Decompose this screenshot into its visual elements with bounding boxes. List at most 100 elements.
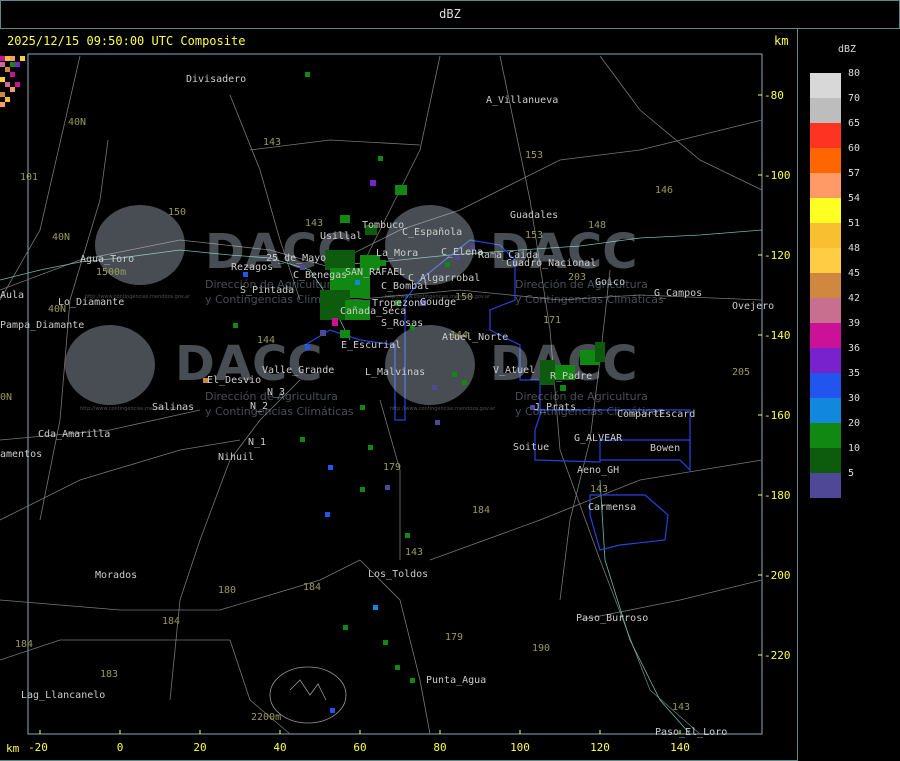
legend-swatch: [810, 473, 841, 498]
route-number: 143: [590, 484, 608, 495]
place-label: R_Padre: [550, 371, 592, 382]
route-number: 144: [257, 335, 275, 346]
legend-label: 60: [848, 143, 861, 154]
legend-title: dBZ: [838, 44, 857, 55]
timestamp-header: 2025/12/15 09:50:00 UTC Composite: [7, 34, 246, 48]
x-tick-label: 80: [433, 741, 446, 754]
place-label: Paso_Burroso: [576, 613, 648, 624]
route-number: 143: [263, 137, 281, 148]
place-label: Aeno_GH: [577, 465, 619, 476]
place-label: N_2: [250, 401, 268, 412]
y-tick-label: -180: [764, 489, 791, 502]
x-tick-label: 60: [353, 741, 366, 754]
route-number: 0N: [0, 392, 12, 403]
place-label: Los_Toldos: [368, 569, 428, 580]
legend-swatch: [810, 148, 841, 173]
place-label: Lo_Diamante: [58, 297, 124, 308]
route-number: 183: [100, 669, 118, 680]
place-label: El_Desvio: [207, 375, 261, 386]
place-label: Lag_Llancanelo: [21, 690, 105, 701]
legend-label: 20: [848, 418, 861, 429]
route-numbers: 40N 40N 40N 143 143 143 143 153 153 146 …: [0, 117, 750, 723]
route-number: 143: [405, 547, 423, 558]
route-number: 153: [525, 230, 543, 241]
legend-swatch: [810, 198, 841, 223]
legend-swatch: [810, 398, 841, 423]
watermark-sub: y Contingencias Climáticas: [515, 293, 664, 306]
x-tick-label: -20: [28, 741, 48, 754]
place-label: La_Mora: [376, 248, 418, 259]
legend-label: 70: [848, 93, 861, 104]
route-number: 146: [655, 185, 673, 196]
place-label: Guadales: [510, 210, 558, 221]
x-tick-label: 120: [590, 741, 610, 754]
legend-swatch: [810, 298, 841, 323]
place-label: Punta_Agua: [426, 675, 486, 686]
route-number: 40N: [68, 117, 86, 128]
place-label: Goico: [595, 277, 625, 288]
route-number: 190: [532, 643, 550, 654]
route-number: 148: [588, 220, 606, 231]
y-tick-label: -120: [764, 249, 791, 262]
watermark-url: http://www.contingencias.mendoza.gov.ar: [390, 406, 496, 412]
legend-label: 48: [848, 243, 861, 254]
place-label: C_Española: [402, 227, 462, 238]
x-tick-labels: -20 0 20 40 60 80 100 120 140: [28, 741, 690, 754]
km-unit-right: km: [774, 34, 789, 48]
x-tick-label: 20: [193, 741, 206, 754]
place-label: Goudge: [420, 297, 456, 308]
route-number: 179: [383, 462, 401, 473]
legend-label: 51: [848, 218, 861, 229]
y-tick-label: -200: [764, 569, 791, 582]
place-label: Valle_Grande: [262, 365, 334, 376]
place-label: Salinas: [152, 402, 194, 413]
radar-map[interactable]: DACC DACC DACC DACC Dirección de Agricul…: [0, 0, 900, 761]
place-label: Cañada_Seca: [340, 306, 406, 317]
watermark-sub: y Contingencias Climáticas: [205, 405, 354, 418]
place-label: Soitue: [513, 442, 549, 453]
legend-swatch: [810, 273, 841, 298]
route-number: 40N: [48, 304, 66, 315]
x-tick-label: 0: [117, 741, 124, 754]
place-label: Rezagos: [231, 262, 273, 273]
route-number: 153: [525, 150, 543, 161]
place-label: N_3: [267, 387, 285, 398]
route-number: 150: [168, 207, 186, 218]
legend-label: 65: [848, 118, 861, 129]
route-number: 171: [543, 315, 561, 326]
route-number: 143: [672, 702, 690, 713]
x-tick-label: 100: [510, 741, 530, 754]
place-label: Ovejero: [732, 301, 774, 312]
y-tick-label: -100: [764, 169, 791, 182]
legend-swatch: [810, 323, 841, 348]
route-number: 40N: [52, 232, 70, 243]
route-number: 184: [303, 582, 321, 593]
legend-label: 80: [848, 68, 861, 79]
place-label: J_Prats: [534, 402, 576, 413]
place-label: Carmensa: [588, 502, 636, 513]
legend-swatch: [810, 373, 841, 398]
place-label: E_Escurial: [341, 340, 401, 351]
place-label: N_1: [248, 437, 266, 448]
legend-label: 36: [848, 343, 861, 354]
place-label: S_Rosas: [381, 318, 423, 329]
route-number: 180: [218, 585, 236, 596]
legend-label: 57: [848, 168, 861, 179]
y-tick-label: -80: [764, 89, 784, 102]
place-label: 25_de_Mayo: [266, 253, 326, 264]
place-label: Bowen: [650, 443, 680, 454]
place-label: G_ALVEAR: [574, 433, 623, 444]
legend-label: 39: [848, 318, 861, 329]
route-number: 2200m: [251, 712, 281, 723]
route-number: 150: [455, 292, 473, 303]
place-label: CompartEscard: [617, 409, 695, 420]
place-label: SAN_RAFAEL: [345, 267, 405, 278]
place-label: Paso_El_Loro: [655, 727, 727, 738]
place-label: amentos: [0, 449, 42, 460]
place-label: Cuadro_Nacional: [506, 258, 596, 269]
legend-label: 35: [848, 368, 861, 379]
legend-label: 54: [848, 193, 861, 204]
route-number: 144: [450, 330, 468, 341]
route-number: 184: [162, 616, 180, 627]
route-number: 184: [472, 505, 490, 516]
